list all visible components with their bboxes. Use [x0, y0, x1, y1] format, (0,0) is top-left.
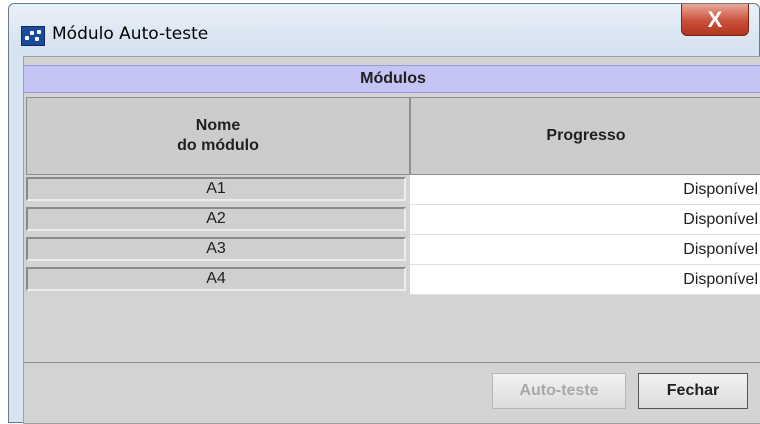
title-bar[interactable]: Módulo Auto-teste X [9, 4, 759, 54]
close-window-button[interactable]: X [681, 4, 749, 36]
app-logo-icon [21, 26, 45, 46]
close-button[interactable]: Fechar [638, 373, 748, 409]
section-header: Módulos [24, 65, 760, 93]
module-name-cell[interactable]: A4 [26, 267, 406, 291]
self-test-button[interactable]: Auto-teste [492, 373, 626, 409]
column-header-progress[interactable]: Progresso [410, 97, 760, 175]
dialog-window: Módulo Auto-teste X Módulos Nome do módu… [8, 3, 760, 424]
table-row[interactable]: A1 Disponível [24, 175, 760, 205]
module-status-cell: Disponível [410, 175, 760, 205]
module-status-cell: Disponível [410, 265, 760, 295]
table-row[interactable]: A4 Disponível [24, 265, 760, 295]
module-status-cell: Disponível [410, 205, 760, 235]
table-row[interactable]: A3 Disponível [24, 235, 760, 265]
close-icon: X [707, 6, 723, 32]
module-name-cell[interactable]: A1 [26, 177, 406, 201]
footer-divider [24, 362, 760, 363]
module-status-cell: Disponível [410, 235, 760, 265]
table-row[interactable]: A2 Disponível [24, 205, 760, 235]
column-header-name[interactable]: Nome do módulo [26, 97, 410, 175]
module-name-cell[interactable]: A3 [26, 237, 406, 261]
module-name-cell[interactable]: A2 [26, 207, 406, 231]
dialog-content: Módulos Nome do módulo Progresso A1 Disp… [23, 56, 760, 424]
window-title: Módulo Auto-teste [52, 24, 209, 44]
